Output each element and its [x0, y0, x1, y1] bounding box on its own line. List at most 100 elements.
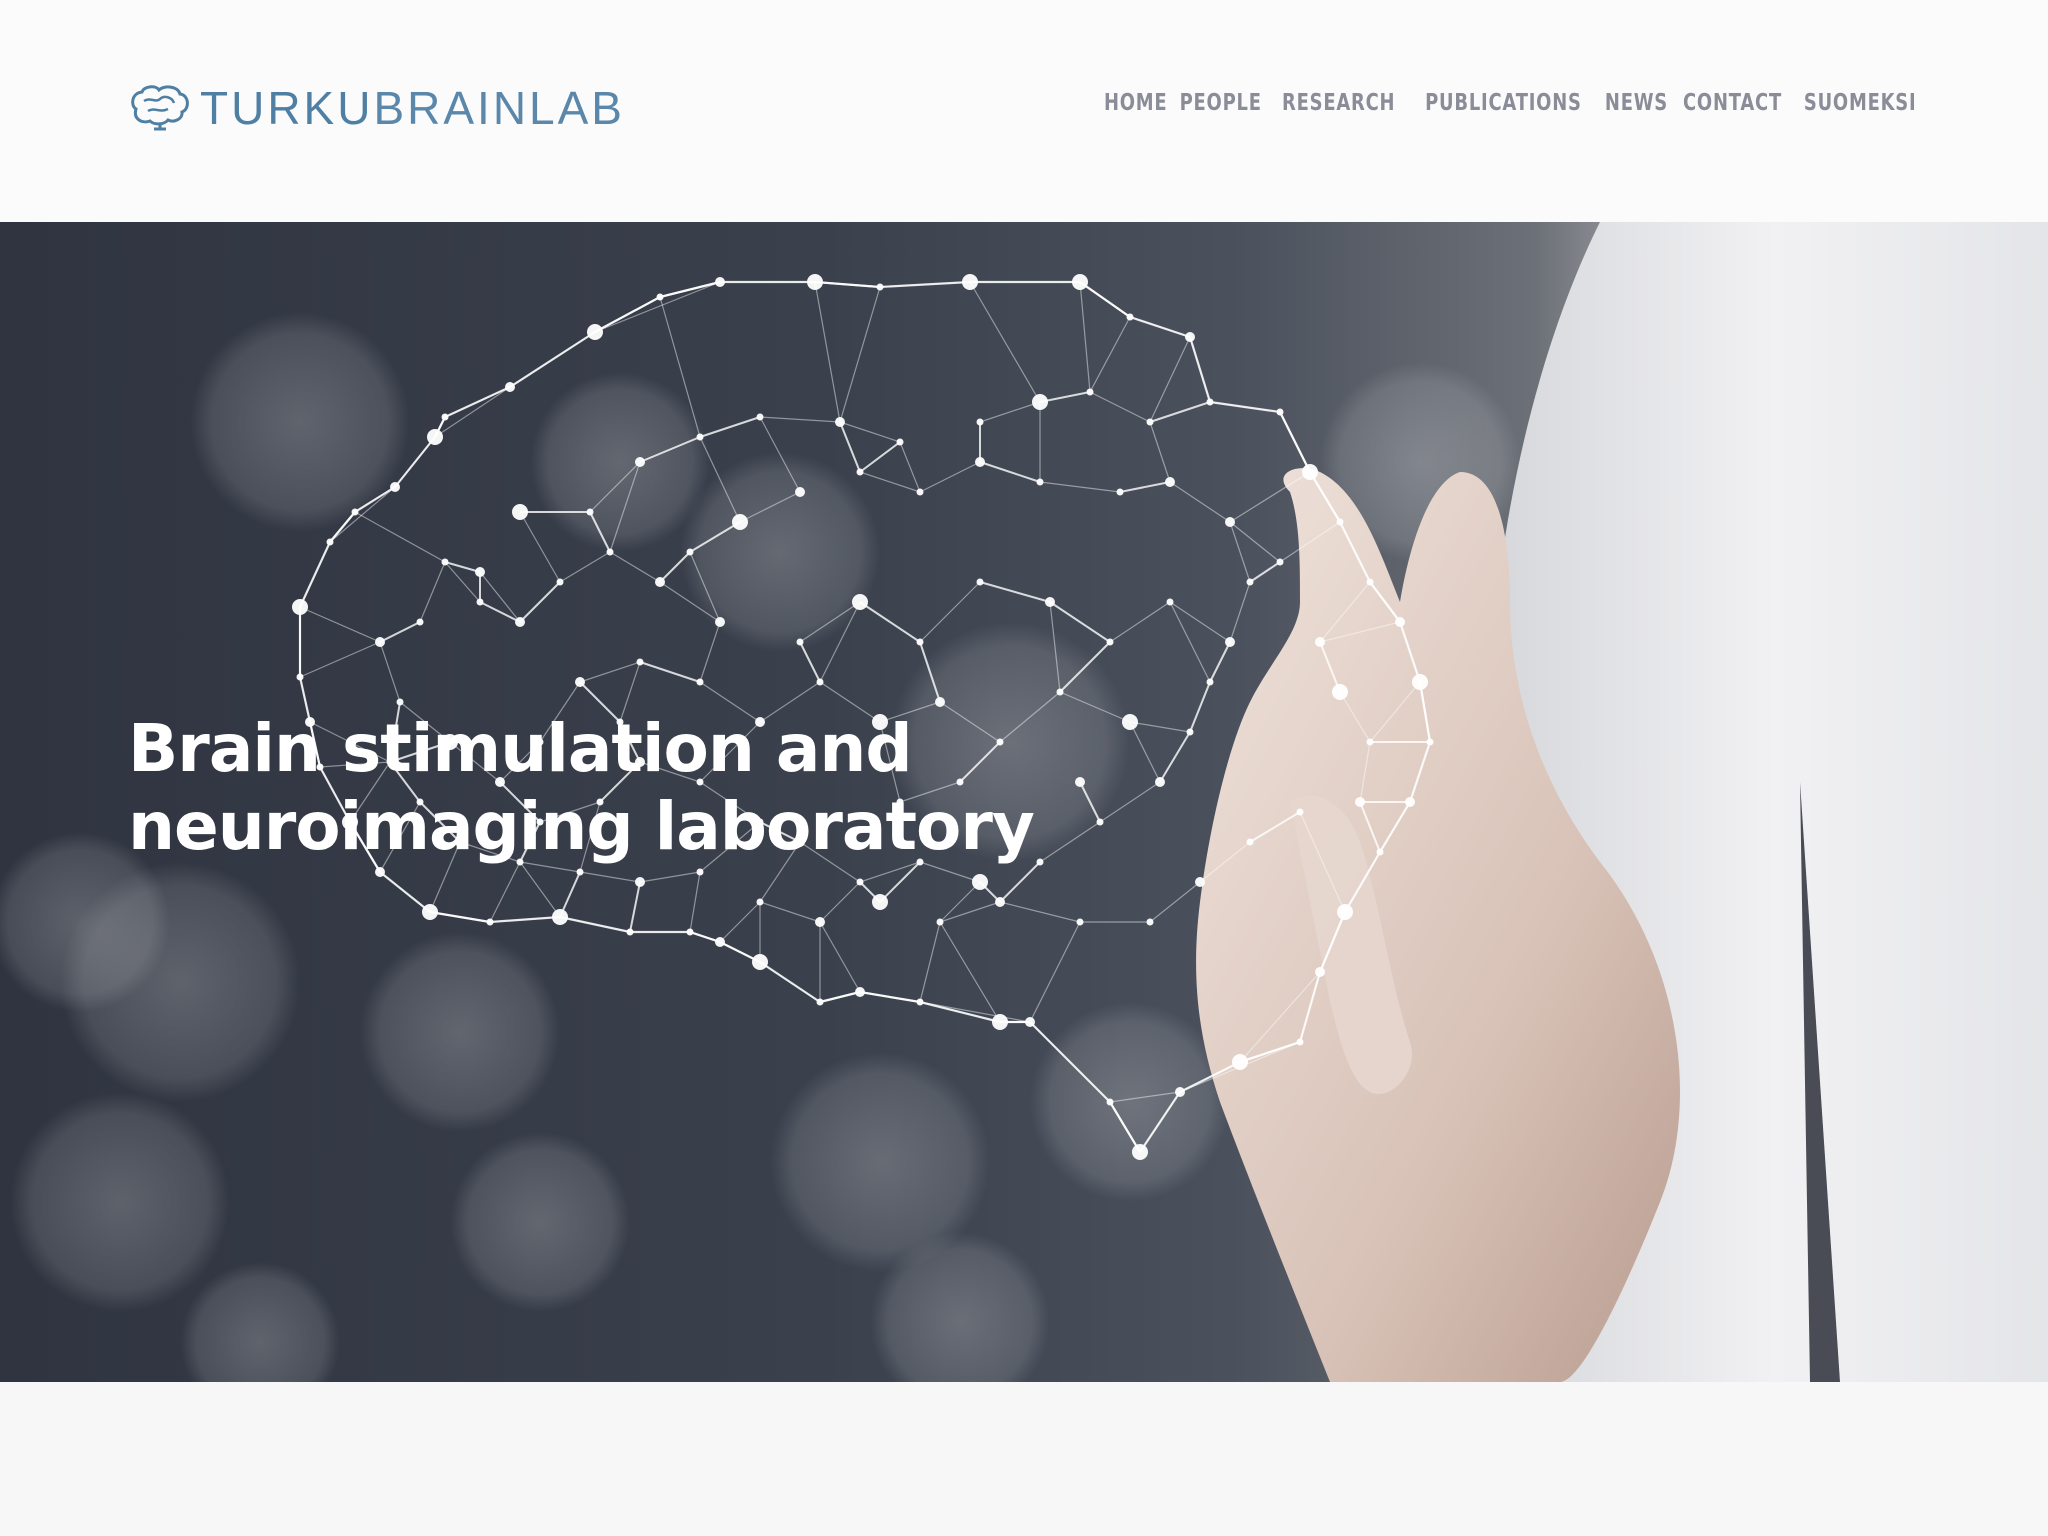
network-node — [1232, 1054, 1248, 1070]
network-node — [1355, 797, 1365, 807]
network-node — [512, 504, 528, 520]
nav-research[interactable]: RESEARCH — [1282, 90, 1395, 116]
network-node — [1056, 688, 1064, 696]
network-node — [856, 878, 864, 886]
network-node — [576, 868, 584, 876]
network-node — [1126, 313, 1134, 321]
network-node — [686, 928, 694, 936]
network-node — [1175, 1087, 1185, 1097]
network-node — [916, 998, 924, 1006]
network-node — [807, 274, 823, 290]
network-node — [1086, 388, 1094, 396]
network-node — [292, 599, 308, 615]
network-node — [992, 1014, 1008, 1030]
network-node — [1132, 1144, 1148, 1160]
network-node — [855, 987, 865, 997]
network-node — [732, 514, 748, 530]
site-logo[interactable]: TURKUBRAINLAB — [126, 80, 625, 136]
network-node — [1337, 904, 1353, 920]
network-node — [816, 998, 824, 1006]
network-node — [587, 324, 603, 340]
nav-publications[interactable]: PUBLICATIONS — [1425, 90, 1582, 116]
network-node — [975, 457, 985, 467]
network-node — [715, 277, 725, 287]
network-node — [296, 673, 304, 681]
network-node — [1426, 738, 1434, 746]
network-node — [1146, 418, 1154, 426]
network-node — [1045, 597, 1055, 607]
network-node — [1276, 558, 1284, 566]
network-node — [427, 429, 443, 445]
network-node — [1296, 808, 1304, 816]
network-node — [856, 468, 864, 476]
network-node — [1185, 332, 1195, 342]
logo-text-light: BRAINLAB — [373, 82, 625, 134]
network-node — [896, 438, 904, 446]
network-node — [696, 868, 704, 876]
network-node — [752, 954, 768, 970]
network-node — [351, 508, 359, 516]
nav-news[interactable]: NEWS — [1605, 90, 1668, 116]
hero-title-line-1: Brain stimulation and — [128, 710, 913, 787]
network-node — [390, 482, 400, 492]
network-node — [1155, 777, 1165, 787]
network-node — [1106, 638, 1114, 646]
nav-people[interactable]: PEOPLE — [1180, 90, 1262, 116]
network-node — [476, 598, 484, 606]
network-node — [696, 678, 704, 686]
site-header: TURKUBRAINLAB HOME PEOPLE RESEARCH PUBLI… — [0, 0, 2048, 222]
network-node — [1366, 738, 1374, 746]
network-node — [1025, 1017, 1035, 1027]
network-node — [872, 894, 888, 910]
network-node — [815, 917, 825, 927]
content-area — [0, 1382, 2048, 1536]
network-node — [515, 617, 525, 627]
network-node — [396, 698, 404, 706]
nav-contact[interactable]: CONTACT — [1683, 90, 1782, 116]
network-node — [1225, 517, 1235, 527]
network-node — [1165, 477, 1175, 487]
network-node — [586, 508, 594, 516]
nav-home[interactable]: HOME — [1104, 90, 1167, 116]
network-node — [756, 413, 764, 421]
network-node — [556, 578, 564, 586]
network-node — [972, 874, 988, 890]
main-nav: HOME PEOPLE RESEARCH PUBLICATIONS NEWS C… — [1104, 90, 1920, 116]
nav-suomeksi[interactable]: SUOMEKSI — [1804, 90, 1917, 116]
network-node — [326, 538, 334, 546]
network-node — [962, 274, 978, 290]
network-node — [635, 877, 645, 887]
network-node — [375, 867, 385, 877]
network-node — [1246, 838, 1254, 846]
network-node — [1246, 578, 1254, 586]
network-node — [441, 558, 449, 566]
network-node — [636, 658, 644, 666]
network-node — [655, 577, 665, 587]
network-node — [796, 638, 804, 646]
network-node — [1036, 478, 1044, 486]
network-node — [936, 918, 944, 926]
network-node — [756, 898, 764, 906]
network-node — [835, 417, 845, 427]
network-node — [1302, 464, 1318, 480]
network-node — [995, 897, 1005, 907]
network-node — [1296, 1038, 1304, 1046]
network-node — [486, 918, 494, 926]
network-node — [1395, 617, 1405, 627]
network-node — [626, 928, 634, 936]
network-node — [1076, 918, 1084, 926]
network-node — [1116, 488, 1124, 496]
network-node — [1186, 728, 1194, 736]
network-node — [1315, 637, 1325, 647]
network-node — [416, 618, 424, 626]
network-node — [935, 697, 945, 707]
network-node — [876, 283, 884, 291]
network-node — [575, 677, 585, 687]
network-node — [1225, 637, 1235, 647]
network-node — [696, 433, 704, 441]
network-node — [1106, 1098, 1114, 1106]
network-node — [1075, 777, 1085, 787]
hero-title: Brain stimulation and neuroimaging labor… — [128, 710, 1035, 866]
network-node — [1195, 877, 1205, 887]
network-node — [552, 909, 568, 925]
